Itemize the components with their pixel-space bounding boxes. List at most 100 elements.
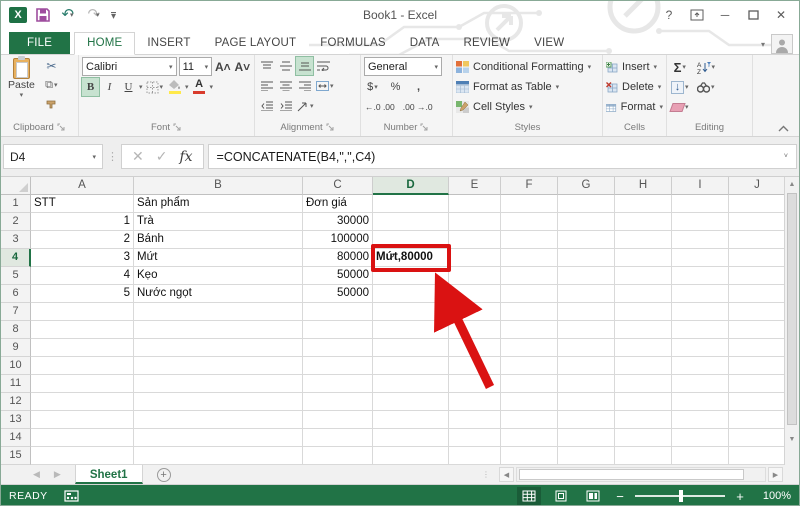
cell-G9[interactable] xyxy=(558,339,615,357)
user-avatar-icon[interactable] xyxy=(771,34,793,54)
cell-E14[interactable] xyxy=(449,429,501,447)
scroll-left-icon[interactable]: ◀ xyxy=(499,467,514,482)
cell-I11[interactable] xyxy=(672,375,729,393)
cell-J15[interactable] xyxy=(729,447,786,465)
cell-I5[interactable] xyxy=(672,267,729,285)
horizontal-scrollbar[interactable]: ⋮ ◀ ▶ xyxy=(482,465,799,484)
name-box-dropdown-icon[interactable]: ▾ xyxy=(92,153,96,161)
cell-D14[interactable] xyxy=(373,429,449,447)
cell-H15[interactable] xyxy=(615,447,672,465)
row-header-10[interactable]: 10 xyxy=(1,357,31,375)
cell-F12[interactable] xyxy=(501,393,558,411)
format-as-table-button[interactable]: Format as Table▾ xyxy=(456,78,599,96)
cell-I2[interactable] xyxy=(672,213,729,231)
account-dropdown-icon[interactable]: ▾ xyxy=(761,40,765,49)
cell-A8[interactable] xyxy=(31,321,134,339)
save-icon[interactable] xyxy=(36,8,50,22)
cell-H4[interactable] xyxy=(615,249,672,267)
cell-E11[interactable] xyxy=(449,375,501,393)
cell-H2[interactable] xyxy=(615,213,672,231)
increase-indent-button[interactable] xyxy=(277,97,294,115)
cell-F14[interactable] xyxy=(501,429,558,447)
cell-J5[interactable] xyxy=(729,267,786,285)
cell-E2[interactable] xyxy=(449,213,501,231)
tab-insert[interactable]: INSERT xyxy=(135,33,202,54)
minimize-button[interactable]: ─ xyxy=(711,4,739,26)
align-right-button[interactable] xyxy=(296,77,313,95)
column-header-D[interactable]: D xyxy=(373,177,449,195)
cell-E4[interactable] xyxy=(449,249,501,267)
cell-G3[interactable] xyxy=(558,231,615,249)
column-header-E[interactable]: E xyxy=(449,177,501,195)
tab-page-layout[interactable]: PAGE LAYOUT xyxy=(203,33,309,54)
cell-H6[interactable] xyxy=(615,285,672,303)
cell-J13[interactable] xyxy=(729,411,786,429)
cell-A7[interactable] xyxy=(31,303,134,321)
cell-F8[interactable] xyxy=(501,321,558,339)
autosum-button[interactable]: Σ▾ xyxy=(670,58,690,76)
cell-E7[interactable] xyxy=(449,303,501,321)
ribbon-display-options-button[interactable] xyxy=(683,4,711,26)
cell-D5[interactable] xyxy=(373,267,449,285)
help-button[interactable]: ? xyxy=(655,4,683,26)
conditional-formatting-button[interactable]: Conditional Formatting▾ xyxy=(456,58,599,76)
cell-B2[interactable]: Trà xyxy=(134,213,303,231)
cell-C12[interactable] xyxy=(303,393,373,411)
cell-H5[interactable] xyxy=(615,267,672,285)
row-header-15[interactable]: 15 xyxy=(1,447,31,465)
increase-font-size-button[interactable]: A˄ xyxy=(214,58,231,76)
cell-J12[interactable] xyxy=(729,393,786,411)
cell-B8[interactable] xyxy=(134,321,303,339)
row-header-9[interactable]: 9 xyxy=(1,339,31,357)
cell-A6[interactable]: 5 xyxy=(31,285,134,303)
row-header-7[interactable]: 7 xyxy=(1,303,31,321)
horizontal-scroll-track[interactable] xyxy=(516,467,766,482)
collapse-ribbon-icon[interactable] xyxy=(778,125,789,132)
cell-E3[interactable] xyxy=(449,231,501,249)
decrease-decimal-button[interactable]: .00 →.0 xyxy=(402,98,434,116)
cell-D1[interactable] xyxy=(373,195,449,213)
row-header-12[interactable]: 12 xyxy=(1,393,31,411)
column-header-B[interactable]: B xyxy=(134,177,303,195)
cell-F2[interactable] xyxy=(501,213,558,231)
cell-H14[interactable] xyxy=(615,429,672,447)
cell-I9[interactable] xyxy=(672,339,729,357)
middle-align-button[interactable] xyxy=(277,57,294,75)
conditional-formatting-dropdown-icon[interactable]: ▾ xyxy=(588,63,592,71)
cell-F7[interactable] xyxy=(501,303,558,321)
maximize-button[interactable] xyxy=(739,4,767,26)
center-button[interactable] xyxy=(277,77,294,95)
cell-G5[interactable] xyxy=(558,267,615,285)
cell-I3[interactable] xyxy=(672,231,729,249)
cell-F3[interactable] xyxy=(501,231,558,249)
cell-A2[interactable]: 1 xyxy=(31,213,134,231)
cell-A13[interactable] xyxy=(31,411,134,429)
cell-I8[interactable] xyxy=(672,321,729,339)
bottom-align-button[interactable] xyxy=(296,57,313,75)
underline-button[interactable]: U xyxy=(120,78,137,96)
cell-B6[interactable]: Nước ngọt xyxy=(134,285,303,303)
cell-C8[interactable] xyxy=(303,321,373,339)
cell-E12[interactable] xyxy=(449,393,501,411)
bold-button[interactable]: B xyxy=(82,78,99,96)
cell-H8[interactable] xyxy=(615,321,672,339)
vertical-scrollbar[interactable]: ▲ ▼ xyxy=(784,177,799,465)
cell-J10[interactable] xyxy=(729,357,786,375)
cell-I15[interactable] xyxy=(672,447,729,465)
tab-view[interactable]: VIEW xyxy=(522,33,576,54)
expand-formula-bar-icon[interactable]: ˅ xyxy=(784,153,788,160)
font-color-button[interactable]: A xyxy=(191,78,208,96)
column-header-C[interactable]: C xyxy=(303,177,373,195)
scroll-down-icon[interactable]: ▼ xyxy=(785,432,799,447)
cell-G13[interactable] xyxy=(558,411,615,429)
cell-D3[interactable] xyxy=(373,231,449,249)
cell-G4[interactable] xyxy=(558,249,615,267)
cell-E13[interactable] xyxy=(449,411,501,429)
cell-J2[interactable] xyxy=(729,213,786,231)
tab-file[interactable]: FILE xyxy=(9,32,70,54)
paste-dropdown-icon[interactable]: ▾ xyxy=(20,91,24,99)
customize-qat-icon[interactable]: ▾ xyxy=(111,12,116,21)
borders-button[interactable]: ▾ xyxy=(145,78,165,96)
cell-C2[interactable]: 30000 xyxy=(303,213,373,231)
cell-C6[interactable]: 50000 xyxy=(303,285,373,303)
